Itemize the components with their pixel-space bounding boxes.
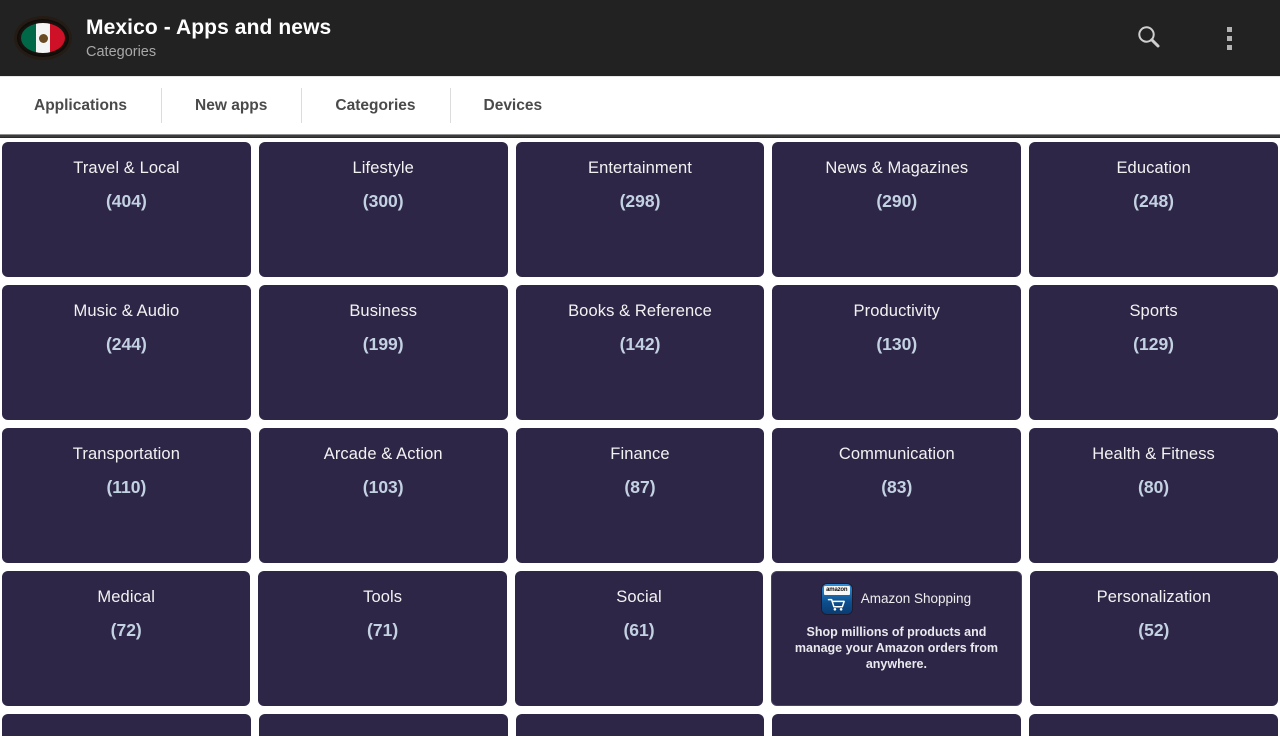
category-tile[interactable]: Communication (83) [772, 428, 1022, 563]
category-name: Entertainment [587, 159, 692, 177]
tab-label: Devices [483, 96, 543, 114]
category-count: (110) [106, 477, 147, 497]
category-tile[interactable]: Personalization (52) [1029, 571, 1279, 706]
advertisement-tile[interactable]: amazon Amazon Shopping Shop millions of … [771, 571, 1022, 706]
category-tile[interactable]: Finance (87) [515, 428, 765, 563]
category-count: (300) [362, 191, 404, 211]
category-count: (244) [105, 334, 147, 354]
search-icon [1134, 22, 1164, 55]
category-count: (298) [619, 191, 661, 211]
category-tile[interactable] [258, 714, 508, 736]
category-name: Medical [97, 588, 155, 606]
grid-row: Transportation (110) Arcade & Action (10… [2, 428, 1278, 563]
category-name: Productivity [853, 302, 941, 320]
category-tile[interactable]: Medical (72) [2, 571, 251, 706]
category-tile[interactable]: Business (199) [258, 285, 508, 420]
category-tile[interactable]: Music & Audio (244) [2, 285, 251, 420]
category-tile[interactable]: Productivity (130) [772, 285, 1022, 420]
header-actions [1126, 15, 1262, 61]
category-tile[interactable]: Health & Fitness (80) [1029, 428, 1278, 563]
category-grid[interactable]: Travel & Local (404) Lifestyle (300) Ent… [0, 139, 1280, 736]
grid-row: Medical (72) Tools (71) Social (61) amaz… [2, 571, 1279, 706]
shopping-cart-icon [827, 598, 845, 611]
category-count: (142) [619, 334, 661, 354]
category-count: (129) [1133, 334, 1175, 354]
amazon-app-icon: amazon [821, 584, 852, 614]
tab-label: Categories [335, 96, 416, 114]
category-count: (52) [1138, 620, 1170, 640]
category-name: Business [349, 302, 418, 320]
search-button[interactable] [1126, 15, 1172, 61]
grid-row: Music & Audio (244) Business (199) Books… [2, 285, 1278, 420]
category-tile[interactable]: Tools (71) [258, 571, 507, 706]
category-name: Music & Audio [73, 302, 180, 320]
grid-row: Travel & Local (404) Lifestyle (300) Ent… [2, 142, 1278, 277]
mexico-flag-icon [14, 16, 72, 60]
category-count: (72) [110, 620, 142, 640]
tab-devices[interactable]: Devices [449, 77, 577, 134]
category-tile[interactable]: Social (61) [514, 571, 764, 706]
category-count: (248) [1133, 191, 1175, 211]
overflow-menu-button[interactable] [1206, 15, 1252, 61]
category-tile[interactable]: Arcade & Action (103) [258, 428, 508, 563]
category-tile[interactable]: Travel & Local (404) [2, 142, 251, 277]
tab-bar-divider [0, 134, 1280, 138]
category-tile[interactable] [2, 714, 251, 736]
amazon-wordmark: amazon [823, 586, 850, 595]
category-count: (290) [876, 191, 918, 211]
ad-header: amazon Amazon Shopping [782, 584, 1010, 614]
tab-label: Applications [34, 96, 128, 114]
category-count: (103) [362, 477, 404, 497]
category-tile[interactable]: Sports (129) [1029, 285, 1278, 420]
category-name: News & Magazines [825, 159, 969, 177]
grid-row [2, 714, 1278, 736]
app-header: Mexico - Apps and news Categories [0, 0, 1280, 76]
tab-label: New apps [195, 96, 268, 114]
header-title-block: Mexico - Apps and news Categories [86, 15, 1126, 62]
tab-categories[interactable]: Categories [301, 77, 449, 134]
category-name: Lifestyle [352, 159, 414, 177]
category-name: Health & Fitness [1092, 445, 1215, 463]
category-name: Books & Reference [568, 302, 712, 320]
category-count: (199) [362, 334, 404, 354]
category-count: (83) [881, 477, 913, 497]
category-count: (61) [623, 620, 655, 640]
ad-title: Amazon Shopping [860, 591, 972, 606]
category-count: (404) [105, 191, 147, 211]
category-tile[interactable] [515, 714, 765, 736]
category-count: (130) [876, 334, 918, 354]
category-name: Education [1116, 159, 1191, 177]
category-name: Travel & Local [73, 159, 180, 177]
page-title: Mexico - Apps and news [86, 15, 332, 39]
category-name: Transportation [72, 445, 180, 463]
category-name: Personalization [1096, 588, 1211, 606]
category-tile[interactable]: Transportation (110) [2, 428, 251, 563]
category-name: Finance [610, 445, 670, 463]
page-subtitle: Categories [86, 43, 157, 60]
tab-bar: Applications New apps Categories Devices [0, 76, 1280, 134]
category-name: Sports [1129, 302, 1178, 320]
category-tile[interactable]: News & Magazines (290) [772, 142, 1022, 277]
category-tile[interactable] [772, 714, 1022, 736]
category-count: (80) [1138, 477, 1170, 497]
category-count: (87) [624, 477, 656, 497]
tab-new-apps[interactable]: New apps [161, 77, 301, 134]
category-tile[interactable]: Lifestyle (300) [258, 142, 508, 277]
category-count: (71) [367, 620, 399, 640]
tab-applications[interactable]: Applications [0, 77, 161, 134]
ad-description: Shop millions of products and manage you… [794, 625, 998, 671]
category-tile[interactable]: Entertainment (298) [515, 142, 765, 277]
category-name: Communication [838, 445, 955, 463]
overflow-menu-icon [1226, 26, 1232, 50]
category-tile[interactable]: Education (248) [1029, 142, 1278, 277]
category-tile[interactable] [1029, 714, 1278, 736]
app-root: Mexico - Apps and news Categories Applic… [0, 0, 1280, 736]
category-name: Social [616, 588, 662, 606]
category-name: Tools [363, 588, 403, 606]
category-tile[interactable]: Books & Reference (142) [515, 285, 765, 420]
category-name: Arcade & Action [323, 445, 443, 463]
